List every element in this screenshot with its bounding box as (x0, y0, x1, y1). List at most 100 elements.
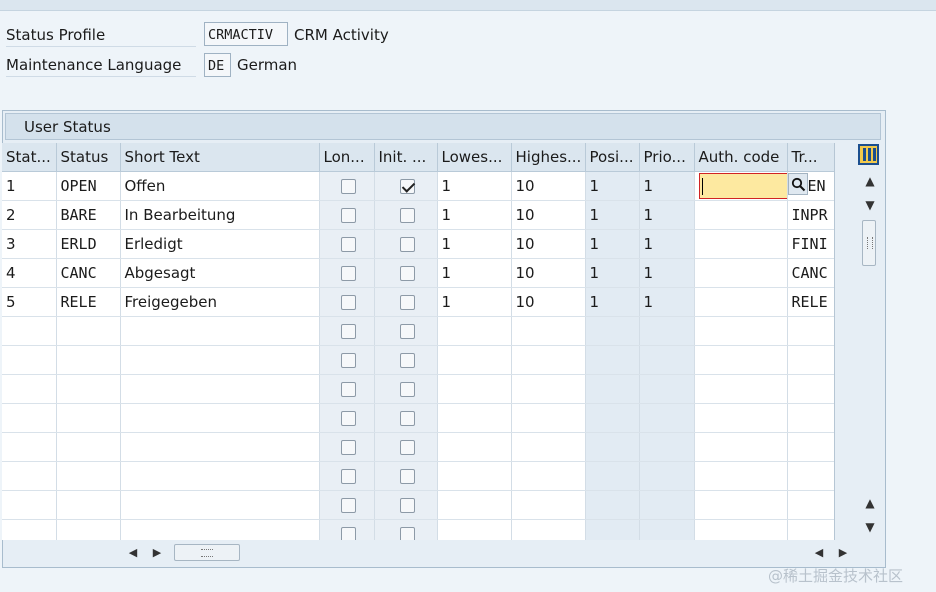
transaction-cell[interactable]: RELE (787, 287, 834, 317)
priority-cell[interactable] (639, 461, 695, 491)
checkbox[interactable] (400, 410, 415, 426)
stat-cell[interactable]: 5 (2, 287, 57, 317)
transaction-cell[interactable]: INPR (787, 200, 834, 230)
checkbox[interactable] (400, 207, 415, 223)
auth-code-cell[interactable] (694, 200, 788, 230)
checkbox[interactable] (341, 497, 356, 513)
column-header[interactable]: Status (56, 143, 121, 172)
lowest-number-cell[interactable] (437, 403, 512, 433)
checkbox[interactable] (341, 410, 356, 426)
column-header[interactable]: Lowes... (437, 143, 512, 172)
stat-cell[interactable] (2, 345, 57, 375)
status-cell[interactable]: RELE (56, 287, 121, 317)
highest-number-cell[interactable] (511, 490, 586, 520)
position-cell[interactable]: 1 (585, 171, 640, 201)
initial-status-checkbox[interactable] (374, 490, 438, 520)
long-text-checkbox[interactable] (319, 519, 375, 540)
status-cell[interactable] (56, 519, 121, 540)
lowest-number-cell[interactable]: 1 (437, 171, 512, 201)
position-cell[interactable] (585, 519, 640, 540)
transaction-cell[interactable] (787, 374, 834, 404)
short-text-cell[interactable]: Abgesagt (120, 258, 320, 288)
initial-status-checkbox[interactable] (374, 519, 438, 540)
value-help-button[interactable] (788, 173, 808, 195)
status-cell[interactable] (56, 316, 121, 346)
long-text-checkbox[interactable] (319, 171, 375, 201)
maintenance-language-field[interactable]: DE (204, 53, 231, 77)
auth-code-cell[interactable] (694, 490, 788, 520)
lowest-number-cell[interactable] (437, 374, 512, 404)
priority-cell[interactable] (639, 316, 695, 346)
short-text-cell[interactable] (120, 519, 320, 540)
long-text-checkbox[interactable] (319, 316, 375, 346)
lowest-number-cell[interactable] (437, 316, 512, 346)
highest-number-cell[interactable]: 10 (511, 171, 586, 201)
stat-cell[interactable] (2, 461, 57, 491)
position-cell[interactable] (585, 345, 640, 375)
status-cell[interactable]: ERLD (56, 229, 121, 259)
scroll-page-right-icon[interactable]: ▶ (836, 545, 850, 561)
auth-code-cell[interactable] (694, 171, 788, 201)
checkbox[interactable] (400, 352, 415, 368)
highest-number-cell[interactable] (511, 461, 586, 491)
column-header[interactable]: Init. ... (374, 143, 438, 172)
checkbox[interactable] (400, 381, 415, 397)
long-text-checkbox[interactable] (319, 403, 375, 433)
horizontal-scroll-thumb[interactable] (174, 544, 240, 561)
long-text-checkbox[interactable] (319, 345, 375, 375)
column-header[interactable]: Highes... (511, 143, 586, 172)
stat-cell[interactable]: 3 (2, 229, 57, 259)
short-text-cell[interactable] (120, 490, 320, 520)
column-header[interactable]: Stat... (2, 143, 57, 172)
initial-status-checkbox[interactable] (374, 432, 438, 462)
checkbox[interactable] (341, 178, 356, 194)
short-text-cell[interactable] (120, 374, 320, 404)
position-cell[interactable] (585, 490, 640, 520)
stat-cell[interactable]: 2 (2, 200, 57, 230)
transaction-cell[interactable]: CANC (787, 258, 834, 288)
highest-number-cell[interactable] (511, 519, 586, 540)
status-cell[interactable] (56, 345, 121, 375)
stat-cell[interactable] (2, 519, 57, 540)
status-cell[interactable]: BARE (56, 200, 121, 230)
scroll-left-icon[interactable]: ◀ (126, 545, 140, 561)
auth-code-cell[interactable] (694, 316, 788, 346)
priority-cell[interactable] (639, 432, 695, 462)
checkbox[interactable] (341, 207, 356, 223)
status-cell[interactable]: OPEN (56, 171, 121, 201)
priority-cell[interactable] (639, 374, 695, 404)
highest-number-cell[interactable]: 10 (511, 200, 586, 230)
lowest-number-cell[interactable] (437, 345, 512, 375)
transaction-cell[interactable] (787, 403, 834, 433)
transaction-cell[interactable] (787, 490, 834, 520)
checkbox[interactable] (400, 439, 415, 455)
lowest-number-cell[interactable]: 1 (437, 200, 512, 230)
lowest-number-cell[interactable] (437, 432, 512, 462)
highest-number-cell[interactable] (511, 432, 586, 462)
transaction-cell[interactable] (787, 432, 834, 462)
scroll-right-icon[interactable]: ▶ (150, 545, 164, 561)
priority-cell[interactable] (639, 403, 695, 433)
checkbox[interactable] (341, 468, 356, 484)
checkbox[interactable] (341, 439, 356, 455)
stat-cell[interactable]: 4 (2, 258, 57, 288)
checkbox[interactable] (341, 526, 356, 540)
priority-cell[interactable]: 1 (639, 229, 695, 259)
vertical-scroll-thumb[interactable] (862, 220, 876, 266)
initial-status-checkbox[interactable] (374, 258, 438, 288)
auth-code-cell[interactable] (694, 374, 788, 404)
position-cell[interactable] (585, 461, 640, 491)
short-text-cell[interactable] (120, 403, 320, 433)
checkbox[interactable] (400, 265, 415, 281)
scroll-down-icon[interactable]: ▼ (862, 198, 878, 212)
lowest-number-cell[interactable]: 1 (437, 229, 512, 259)
initial-status-checkbox[interactable] (374, 229, 438, 259)
highest-number-cell[interactable]: 10 (511, 229, 586, 259)
checkbox[interactable] (400, 468, 415, 484)
position-cell[interactable]: 1 (585, 258, 640, 288)
long-text-checkbox[interactable] (319, 461, 375, 491)
column-header[interactable]: Lon... (319, 143, 375, 172)
lowest-number-cell[interactable]: 1 (437, 287, 512, 317)
long-text-checkbox[interactable] (319, 287, 375, 317)
short-text-cell[interactable]: Erledigt (120, 229, 320, 259)
